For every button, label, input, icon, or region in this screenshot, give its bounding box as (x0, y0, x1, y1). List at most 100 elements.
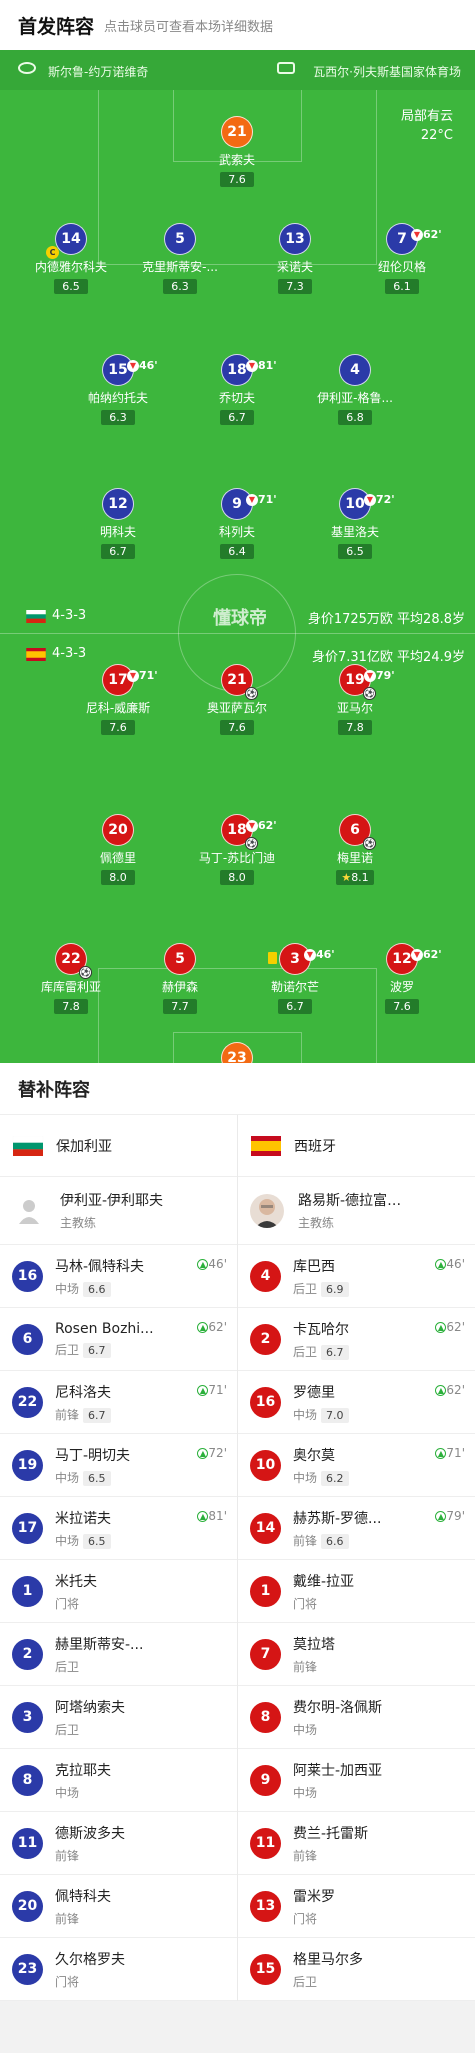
sub-rating: 6.5 (83, 1533, 111, 1549)
spain-player[interactable]: 12 ▼ 62' 波罗 7.6 (347, 943, 457, 1014)
sub-in-icon: ▲ (197, 1259, 209, 1270)
player-name: 波罗 (389, 980, 414, 994)
sub-position: 门将 (55, 1596, 80, 1611)
bulgaria-player[interactable]: 21 武索夫 7.6 (182, 116, 292, 187)
sub-player-row[interactable]: 20 佩特科夫 前锋 (0, 1875, 237, 1938)
bulgaria-coach[interactable]: 伊利亚-伊利耶夫 主教练 (0, 1177, 237, 1245)
sub-player-row[interactable]: 9 阿莱士-加西亚 中场 (238, 1749, 475, 1812)
bulgaria-player[interactable]: 10 ▼ 72' 基里洛夫 6.5 (300, 488, 410, 559)
spain-player[interactable]: 21 ⚽ 奥亚萨瓦尔 7.6 (182, 664, 292, 735)
rating-value: 8.0 (109, 871, 127, 884)
player-rating: 7.6 (101, 720, 135, 735)
sub-name: 格里马尔多 (293, 1951, 363, 1968)
sub-player-row[interactable]: 14 赫苏斯-罗德... 前锋 6.6 ▲ 79' (238, 1497, 475, 1560)
sub-player-row[interactable]: 23 久尔格罗夫 门将 (0, 1938, 237, 2001)
spain-player[interactable]: 19 ⚽ ▼ 79' 亚马尔 7.8 (300, 664, 410, 735)
bulgaria-player[interactable]: 18 ▼ 81' 乔切夫 6.7 (182, 354, 292, 425)
sub-position: 中场 (55, 1281, 80, 1296)
player-number: 23 (227, 1050, 247, 1063)
sub-number: 1 (260, 1582, 271, 1599)
goal-ball-icon: ⚽ (363, 837, 376, 850)
player-number-badge: 19 ⚽ ▼ 79' (339, 664, 395, 700)
rating-value: 6.8 (346, 411, 364, 424)
sub-position: 前锋 (55, 1848, 80, 1863)
sub-player-row[interactable]: 15 格里马尔多 后卫 (238, 1938, 475, 2001)
bulgaria-player[interactable]: 5 克里斯蒂安-... 6.3 (125, 223, 235, 294)
sub-number: 3 (22, 1708, 33, 1725)
spain-player[interactable]: 3 ▼ 46' 勒诺尔芒 6.7 (240, 943, 350, 1014)
sub-out-icon: ▼ (246, 820, 258, 832)
bulgaria-player[interactable]: 14 C 内德雅尔科夫 6.5 (16, 223, 126, 294)
spain-player[interactable]: 22 ⚽ 库库雷利亚 7.8 (16, 943, 126, 1014)
goal-ball-icon: ⚽ (79, 966, 92, 979)
spain-player[interactable]: 5 赫伊森 7.7 (125, 943, 235, 1014)
sub-player-row[interactable]: 7 莫拉塔 前锋 (238, 1623, 475, 1686)
bulgaria-team-row: 4-3-3 身价1725万欧 平均28.8岁 (0, 606, 475, 627)
rating-value: 6.5 (62, 280, 80, 293)
sub-player-row[interactable]: 11 德斯波多夫 前锋 (0, 1812, 237, 1875)
rating-value: 7.8 (62, 1000, 80, 1013)
player-rating: 7.6 (220, 172, 254, 187)
bulgaria-subs-header[interactable]: 保加利亚 (0, 1115, 237, 1177)
sub-player-row[interactable]: 13 雷米罗 门将 (238, 1875, 475, 1938)
sub-in-icon: ▲ (197, 1511, 209, 1522)
sub-player-row[interactable]: 16 马林-佩特科夫 中场 6.6 ▲ 46' (0, 1245, 237, 1308)
sub-player-row[interactable]: 1 米托夫 门将 (0, 1560, 237, 1623)
rating-value: 7.6 (228, 173, 246, 186)
sub-minute: 46' (139, 359, 158, 372)
sub-number-badge: 23 (12, 1953, 43, 1985)
sub-player-row[interactable]: 2 卡瓦哈尔 后卫 6.7 ▲ 62' (238, 1308, 475, 1371)
lineup-subtitle: 点击球员可查看本场详细数据 (104, 19, 274, 35)
spain-formation: 4-3-3 (52, 646, 87, 661)
sub-player-row[interactable]: 16 罗德里 中场 7.0 ▲ 62' (238, 1371, 475, 1434)
spain-flag-icon (26, 648, 46, 661)
sub-player-row[interactable]: 17 米拉诺夫 中场 6.5 ▲ 81' (0, 1497, 237, 1560)
sub-player-row[interactable]: 22 尼科洛夫 前锋 6.7 ▲ 71' (0, 1371, 237, 1434)
spain-player[interactable]: 17 ▼ 71' 尼科-威廉斯 7.6 (63, 664, 173, 735)
sub-position: 中场 (55, 1470, 80, 1485)
sub-player-row[interactable]: 19 马丁-明切夫 中场 6.5 ▲ 72' (0, 1434, 237, 1497)
sub-number: 17 (17, 1519, 38, 1536)
bulgaria-player[interactable]: 7 ▼ 62' 纽伦贝格 6.1 (347, 223, 457, 294)
sub-player-row[interactable]: 4 库巴西 后卫 6.9 ▲ 46' (238, 1245, 475, 1308)
sub-number-badge: 22 (12, 1386, 43, 1418)
sub-player-row[interactable]: 1 戴维-拉亚 门将 (238, 1560, 475, 1623)
sub-name: 佩特科夫 (55, 1888, 111, 1905)
sub-player-row[interactable]: 11 费兰-托雷斯 前锋 (238, 1812, 475, 1875)
bulgaria-player[interactable]: 9 ▼ 71' 科列夫 6.4 (182, 488, 292, 559)
sub-position: 后卫 (293, 1344, 318, 1359)
sub-player-row[interactable]: 6 Rosen Bozhi... 后卫 6.7 ▲ 62' (0, 1308, 237, 1371)
sub-in-minute: 79' (446, 1509, 465, 1523)
sub-position: 后卫 (55, 1722, 80, 1737)
spain-player[interactable]: 6 ⚽ 梅里诺 ★8.1 (300, 814, 410, 885)
spain-subs-header[interactable]: 西班牙 (238, 1115, 475, 1177)
spain-player[interactable]: 23C乌奈-西蒙6.6 (182, 1042, 292, 1063)
player-number: 17 (108, 672, 128, 688)
rating-value: 7.6 (109, 721, 127, 734)
sub-player-row[interactable]: 8 费尔明-洛佩斯 中场 (238, 1686, 475, 1749)
spain-player[interactable]: 20 佩德里 8.0 (63, 814, 173, 885)
player-rating: 6.7 (278, 999, 312, 1014)
sub-player-row[interactable]: 3 阿塔纳索夫 后卫 (0, 1686, 237, 1749)
sub-player-row[interactable]: 10 奥尔莫 中场 6.2 ▲ 71' (238, 1434, 475, 1497)
sub-off-indicator: ▼ 62' (246, 811, 277, 841)
spain-coach[interactable]: 路易斯-德拉富恩特 主教练 (238, 1177, 475, 1245)
player-number-badge: 21 ⚽ (221, 664, 258, 700)
bulgaria-player[interactable]: 4 伊利亚-格鲁... 6.8 (300, 354, 410, 425)
sub-number-badge: 6 (12, 1323, 43, 1355)
sub-player-row[interactable]: 8 克拉耶夫 中场 (0, 1749, 237, 1812)
sub-position: 中场 (55, 1785, 80, 1800)
sub-number-badge: 8 (250, 1701, 281, 1733)
bulgaria-player[interactable]: 15 ▼ 46' 帕纳约托夫 6.3 (63, 354, 173, 425)
player-rating: 6.3 (163, 279, 197, 294)
sub-out-icon: ▼ (246, 360, 258, 372)
bulgaria-player[interactable]: 12 明科夫 6.7 (63, 488, 173, 559)
sub-number: 7 (260, 1645, 271, 1662)
player-number: 5 (175, 231, 185, 247)
sub-number: 9 (260, 1771, 271, 1788)
spain-player[interactable]: 18 ⚽ ▼ 62' 马丁-苏比门迪 8.0 (182, 814, 292, 885)
bulgaria-player[interactable]: 13 采诺夫 7.3 (240, 223, 350, 294)
sub-in-icon: ▲ (435, 1448, 447, 1459)
spain-team-name: 西班牙 (294, 1138, 336, 1155)
sub-player-row[interactable]: 2 赫里斯蒂安-... 后卫 (0, 1623, 237, 1686)
